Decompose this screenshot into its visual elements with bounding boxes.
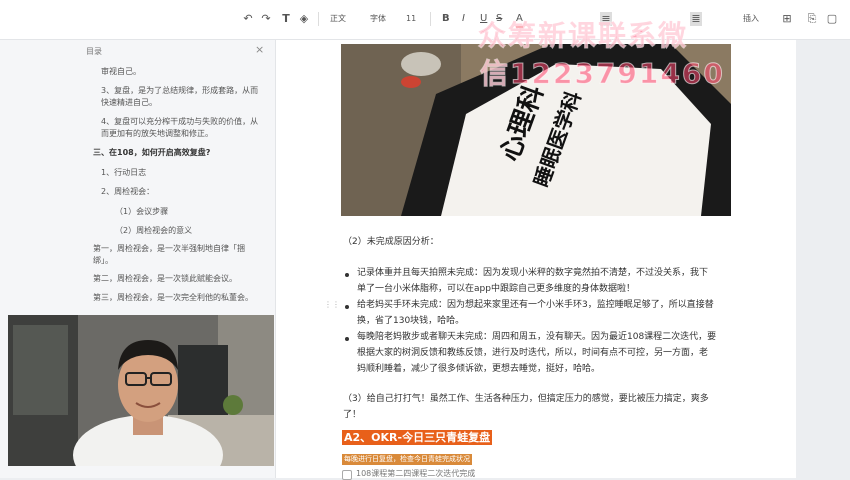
comment-icon[interactable]: ▢ [826, 12, 838, 26]
font-size-dropdown[interactable]: 11 [406, 12, 416, 26]
toc-item[interactable]: 快速精进自己。 [101, 96, 157, 110]
paragraph-line[interactable]: 每晚陪老妈散步或者聊天未完成：周四和周五，没有聊天。因为最近108课程二次迭代，… [357, 329, 716, 345]
toc-item[interactable]: 第三，周检视会，是一次完全利他的私董会。 [93, 291, 253, 305]
paragraph-line[interactable]: 妈顺利睡着，减少了很多倾诉欲，更想去睡觉，挺好，哈哈。 [357, 361, 600, 377]
task-checkbox[interactable] [342, 470, 352, 480]
paragraph-line[interactable]: 记录体重并且每天拍照未完成：因为发现小米秤的数字竟然拍不清楚，不过没关系，我下 [357, 265, 708, 281]
section-heading-a2[interactable]: A2、OKR-今日三只青蛙复盘 [342, 430, 493, 445]
grid-icon[interactable]: ⊞ [781, 12, 793, 26]
format-painter-icon[interactable]: T [280, 12, 292, 26]
paragraph-line[interactable]: 了！ [343, 407, 361, 423]
webcam-video [8, 315, 274, 466]
task-label[interactable]: 108课程第二四课程二次迭代完成 [356, 468, 475, 479]
watermark-line1: 众筹新课联系微 [477, 19, 689, 53]
toc-item[interactable]: 绑」。 [93, 254, 113, 268]
bullet-icon [345, 337, 349, 341]
bold-button[interactable]: B [442, 12, 450, 26]
toc-item[interactable]: 2、周检视会： [101, 185, 154, 199]
toc-item[interactable]: 审视自己。 [101, 65, 141, 79]
toc-item[interactable]: 1、行动日志 [101, 166, 146, 180]
paragraph-line[interactable]: 换，省了130块钱，哈哈。 [357, 313, 464, 329]
paragraph-style-dropdown[interactable]: 正文 [330, 12, 346, 26]
paragraph-line[interactable]: 单了一台小米体脂称，可以在app中跟踪自己更多维度的身体数据啦！ [357, 281, 635, 297]
section-heading: （2）未完成原因分析： [343, 237, 439, 247]
eraser-icon[interactable]: ◈ [298, 12, 310, 26]
font-family-dropdown[interactable]: 字体 [370, 12, 386, 26]
redo-icon[interactable]: ↷ [260, 12, 272, 26]
bullet-icon [345, 305, 349, 309]
undo-icon[interactable]: ↶ [242, 12, 254, 26]
toc-item[interactable]: 第二，周检视会，是一次锁此赋能会议。 [93, 272, 237, 286]
watermark-line2: 信1223791460 [480, 57, 725, 91]
close-icon[interactable]: × [255, 43, 264, 56]
italic-button[interactable]: I [462, 12, 465, 26]
toc-item[interactable]: 三、在108，如何开启高效复盘? [93, 146, 210, 160]
toc-item[interactable]: （1）会议步骤 [115, 205, 168, 219]
paragraph-line[interactable]: 根据大家的树洞反馈和教练反馈，进行及时迭代，所以，时间有点不可控，另一方面，老 [357, 345, 708, 361]
paragraph-line[interactable]: （3）给自己打打气！虽然工作、生活各种压力，但搞定压力的感觉，要比被压力搞定，爽… [343, 391, 709, 407]
share-icon[interactable]: ⎘ [806, 12, 818, 26]
toolbar-divider [430, 12, 431, 26]
page-margin [796, 40, 850, 478]
drag-handle-icon[interactable]: ⋮⋮ [324, 300, 340, 309]
toc-title: 目录 [86, 47, 102, 56]
bullet-icon [345, 273, 349, 277]
highlighted-subheading[interactable]: 每晚进行日复盘，检查今日青蛙完成状况 [342, 454, 472, 465]
toolbar-divider [318, 12, 319, 26]
toc-item[interactable]: 而更加有的放矢地调整和修正。 [101, 127, 213, 141]
toc-item[interactable]: （2）周检视会的意义 [115, 224, 192, 238]
paragraph-line[interactable]: 给老妈买手环未完成：因为想起来家里还有一个小米手环3，监控睡眠足够了，所以直接替 [357, 297, 714, 313]
insert-menu[interactable]: 插入 [743, 12, 759, 26]
editor-toolbar: ↶ ↷ T ◈ 正文 字体 11 B I U S A ≡ ≣ 插入 ⊞ ⎘ ▢ [0, 0, 850, 40]
toc-item[interactable]: 第一，周检视会，是一次半强制地自律「捆 [93, 242, 245, 256]
list-icon[interactable]: ≣ [690, 12, 702, 26]
